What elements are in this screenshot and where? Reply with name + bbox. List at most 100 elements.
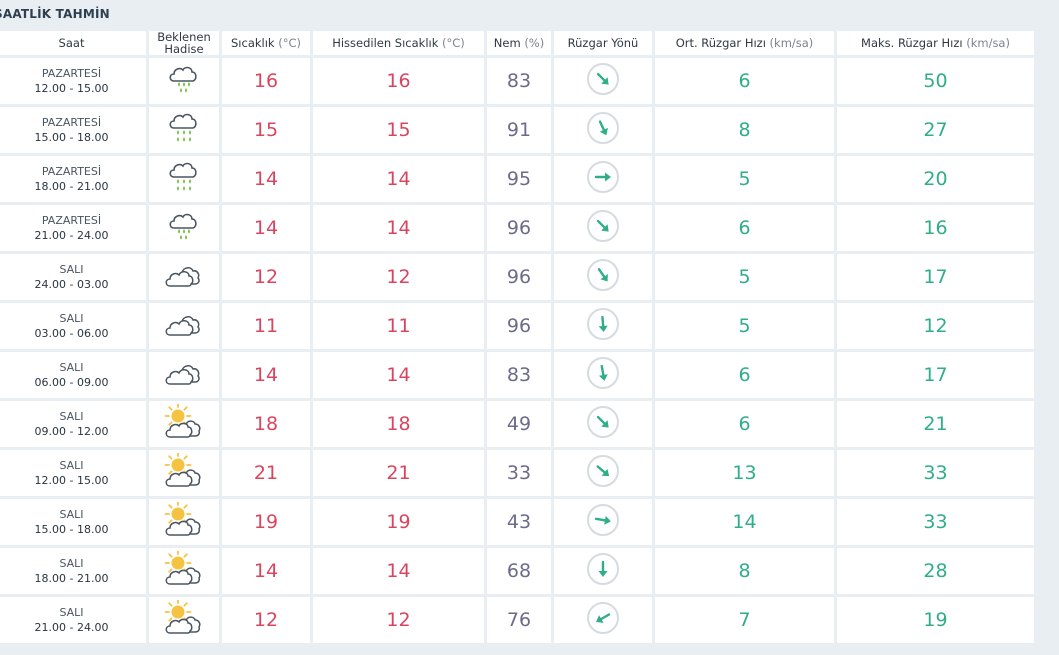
temperature-value: 12: [253, 609, 279, 631]
time-cell: SALI 03.00 - 06.00: [0, 303, 146, 349]
max-wind-value: 33: [923, 511, 948, 533]
table-row: SALI 24.00 - 03.00 12 12 96 5 17: [0, 254, 1034, 300]
partly-cloudy-icon: [162, 451, 206, 494]
temperature-cell: 12: [222, 597, 310, 643]
temperature-cell: 15: [222, 107, 310, 153]
humidity-cell: 91: [487, 107, 551, 153]
day-label: PAZARTESİ: [41, 116, 102, 129]
wind-direction-cell: [554, 205, 652, 251]
feels-like-cell: 16: [313, 58, 484, 104]
max-wind-cell: 17: [837, 254, 1034, 300]
wind-direction-icon: [586, 552, 620, 586]
avg-wind-value: 6: [738, 70, 751, 92]
max-wind-value: 20: [923, 168, 948, 190]
time-range: 15.00 - 18.00: [34, 523, 109, 536]
temperature-value: 15: [253, 119, 279, 141]
table-row: PAZARTESİ 18.00 - 21.00 14 14 95 5 20: [0, 156, 1034, 202]
max-wind-cell: 21: [837, 401, 1034, 447]
time-cell: PAZARTESİ 15.00 - 18.00: [0, 107, 146, 153]
weather-cell: [149, 107, 219, 153]
header-sicaklik: Sıcaklık (°C): [222, 31, 310, 55]
weather-cell: [149, 548, 219, 594]
wind-direction-icon: [586, 160, 620, 194]
table-row: PAZARTESİ 15.00 - 18.00 15 15 91 8 27: [0, 107, 1034, 153]
wind-direction-cell: [554, 401, 652, 447]
cloudy-icon: [162, 359, 206, 392]
wind-direction-icon: [586, 111, 620, 145]
avg-wind-cell: 6: [655, 58, 834, 104]
day-label: SALI: [59, 263, 84, 276]
avg-wind-value: 13: [732, 462, 757, 484]
table-header-row: Saat Beklenen Hadise Sıcaklık (°C) Hissed…: [0, 31, 1034, 55]
temperature-value: 11: [253, 315, 279, 337]
humidity-cell: 43: [487, 499, 551, 545]
humidity-cell: 83: [487, 352, 551, 398]
time-cell: SALI 18.00 - 21.00: [0, 548, 146, 594]
feels-like-cell: 21: [313, 450, 484, 496]
max-wind-cell: 12: [837, 303, 1034, 349]
feels-like-value: 14: [386, 217, 411, 239]
avg-wind-cell: 13: [655, 450, 834, 496]
table-row: SALI 15.00 - 18.00 19 19 43 14 33: [0, 499, 1034, 545]
temperature-cell: 14: [222, 352, 310, 398]
table-row: SALI 06.00 - 09.00 14 14 83 6 17: [0, 352, 1034, 398]
wind-direction-icon: [586, 209, 620, 243]
temperature-cell: 14: [222, 548, 310, 594]
humidity-value: 68: [506, 560, 532, 582]
time-range: 06.00 - 09.00: [34, 376, 109, 389]
feels-like-value: 12: [386, 266, 411, 288]
day-label: PAZARTESİ: [41, 67, 102, 80]
avg-wind-cell: 5: [655, 303, 834, 349]
max-wind-value: 21: [923, 413, 948, 435]
max-wind-cell: 20: [837, 156, 1034, 202]
header-nem: Nem (%): [487, 31, 551, 55]
max-wind-value: 28: [923, 560, 948, 582]
time-cell: SALI 06.00 - 09.00: [0, 352, 146, 398]
temperature-value: 18: [253, 413, 279, 435]
temperature-value: 14: [253, 168, 279, 190]
weather-cell: [149, 205, 219, 251]
cloudy-icon: [162, 310, 206, 343]
wind-direction-cell: [554, 254, 652, 300]
header-hissedilen: Hissedilen Sıcaklık (°C): [313, 31, 484, 55]
feels-like-value: 15: [386, 119, 411, 141]
wind-direction-icon: [586, 601, 620, 635]
time-cell: PAZARTESİ 18.00 - 21.00: [0, 156, 146, 202]
avg-wind-value: 8: [738, 119, 751, 141]
wind-direction-icon: [586, 454, 620, 488]
feels-like-value: 12: [386, 609, 411, 631]
avg-wind-cell: 7: [655, 597, 834, 643]
panel-header: SAATLİK TAHMİN: [0, 0, 1059, 30]
partly-cloudy-icon: [162, 500, 206, 543]
wind-direction-cell: [554, 597, 652, 643]
temperature-cell: 16: [222, 58, 310, 104]
table-row: SALI 12.00 - 15.00 21 21 33 13 33: [0, 450, 1034, 496]
wind-direction-cell: [554, 352, 652, 398]
humidity-value: 96: [506, 266, 532, 288]
time-range: 18.00 - 21.00: [34, 572, 109, 585]
avg-wind-cell: 6: [655, 352, 834, 398]
humidity-cell: 96: [487, 205, 551, 251]
temperature-value: 12: [253, 266, 279, 288]
time-range: 12.00 - 15.00: [34, 82, 109, 95]
humidity-cell: 33: [487, 450, 551, 496]
wind-direction-cell: [554, 107, 652, 153]
rain-icon: [164, 159, 204, 200]
max-wind-value: 12: [923, 315, 948, 337]
time-cell: SALI 24.00 - 03.00: [0, 254, 146, 300]
max-wind-cell: 17: [837, 352, 1034, 398]
max-wind-cell: 27: [837, 107, 1034, 153]
humidity-value: 83: [506, 364, 532, 386]
humidity-value: 83: [506, 70, 532, 92]
max-wind-cell: 16: [837, 205, 1034, 251]
time-range: 09.00 - 12.00: [34, 425, 109, 438]
temperature-cell: 19: [222, 499, 310, 545]
max-wind-value: 16: [923, 217, 948, 239]
temperature-value: 14: [253, 217, 279, 239]
table-row: SALI 03.00 - 06.00 11 11 96 5 12: [0, 303, 1034, 349]
weather-cell: [149, 450, 219, 496]
humidity-value: 96: [506, 217, 532, 239]
humidity-value: 49: [506, 413, 532, 435]
day-label: SALI: [59, 459, 84, 472]
weather-cell: [149, 303, 219, 349]
